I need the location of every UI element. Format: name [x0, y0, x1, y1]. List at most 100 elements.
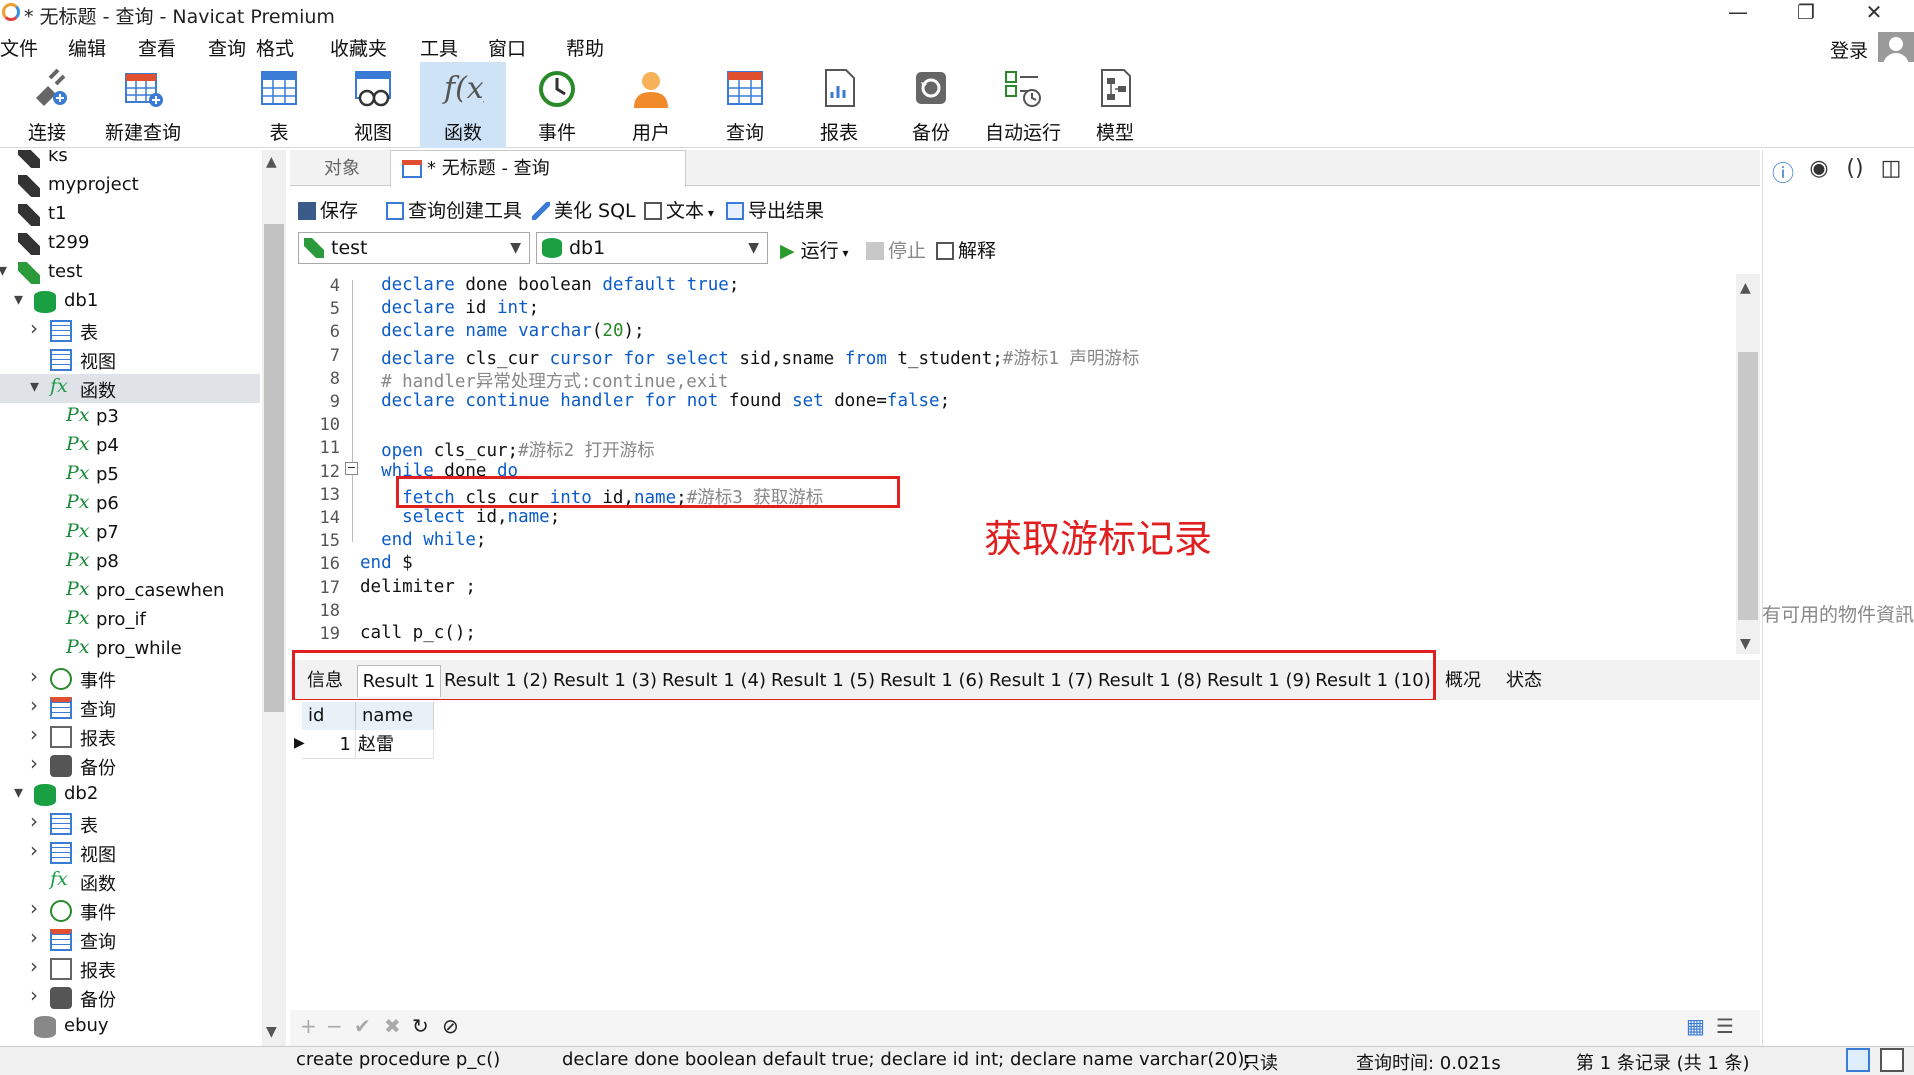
add-row-icon[interactable]: +: [300, 1014, 317, 1038]
cancel-load-icon[interactable]: ⊘: [442, 1014, 459, 1038]
cell-name[interactable]: 赵雷: [356, 731, 434, 759]
chevron-right-icon[interactable]: ›: [30, 664, 38, 688]
report-button[interactable]: 报表: [796, 62, 882, 148]
column-header-name[interactable]: name: [356, 702, 434, 730]
stop-button[interactable]: 停止: [866, 236, 926, 263]
grid-view-icon[interactable]: ▦: [1686, 1014, 1705, 1038]
code-brackets-icon[interactable]: (): [1842, 156, 1868, 182]
editor-scroll-up-icon[interactable]: ▲: [1740, 280, 1751, 296]
tree-item-23[interactable]: › 表: [0, 809, 260, 838]
code-line[interactable]: call p_c();: [360, 623, 476, 643]
column-header-id[interactable]: id: [302, 702, 356, 730]
tree-item-16[interactable]: Px pro_if: [0, 606, 260, 635]
chevron-right-icon[interactable]: ›: [30, 809, 38, 833]
chevron-right-icon[interactable]: ›: [30, 693, 38, 717]
database-select[interactable]: db1 ▼: [536, 232, 768, 264]
tree-item-30[interactable]: ebuy: [0, 1012, 260, 1041]
menu-format[interactable]: 格式: [256, 34, 294, 61]
code-line[interactable]: end while;: [360, 530, 486, 550]
tree-item-1[interactable]: myproject: [0, 171, 260, 200]
tree-item-12[interactable]: Px p6: [0, 490, 260, 519]
table-button[interactable]: 表: [236, 62, 322, 148]
panel-split-icon[interactable]: [1880, 1048, 1904, 1072]
code-line[interactable]: declare done boolean default true;: [360, 275, 739, 295]
tree-item-9[interactable]: Px p3: [0, 403, 260, 432]
preview-eye-icon[interactable]: ◉: [1806, 156, 1832, 182]
maximize-button[interactable]: ❐: [1778, 0, 1834, 26]
result-tab-11[interactable]: 概况: [1433, 665, 1493, 697]
tree-item-15[interactable]: Px pro_casewhen: [0, 577, 260, 606]
discard-icon[interactable]: ✖: [384, 1014, 401, 1038]
editor-scrollbar-thumb[interactable]: [1738, 352, 1758, 620]
tree-item-25[interactable]: fx 函数: [0, 867, 260, 896]
connect-button[interactable]: 连接: [4, 62, 90, 148]
chevron-right-icon[interactable]: ›: [30, 954, 38, 978]
code-line[interactable]: declare continue handler for not found s…: [360, 391, 950, 411]
tree-item-0[interactable]: ks: [0, 150, 260, 171]
menu-favorites[interactable]: 收藏夹: [330, 34, 387, 61]
chevron-right-icon[interactable]: ›: [30, 316, 38, 340]
tree-item-10[interactable]: Px p4: [0, 432, 260, 461]
tree-scrollbar-thumb[interactable]: [264, 224, 284, 712]
form-view-icon[interactable]: ☰: [1716, 1014, 1734, 1038]
tree-item-14[interactable]: Px p8: [0, 548, 260, 577]
tree-item-13[interactable]: Px p7: [0, 519, 260, 548]
tab-objects[interactable]: 对象: [300, 152, 384, 186]
code-line[interactable]: declare id int;: [360, 298, 539, 318]
chevron-down-icon[interactable]: ▾: [30, 376, 39, 397]
text-button[interactable]: 文本 ▾: [644, 196, 714, 223]
delete-row-icon[interactable]: −: [326, 1014, 343, 1038]
tree-item-5[interactable]: ▾ db1: [0, 287, 260, 316]
code-line[interactable]: # handler异常处理方式:continue,exit: [360, 368, 728, 393]
query-builder-button[interactable]: 查询创建工具: [386, 196, 522, 223]
login-link[interactable]: 登录: [1830, 36, 1868, 63]
menu-edit[interactable]: 编辑: [68, 34, 106, 61]
schedule-button[interactable]: 自动运行: [980, 62, 1066, 148]
tab-query[interactable]: * 无标题 - 查询: [390, 150, 686, 187]
result-tab-12[interactable]: 状态: [1494, 665, 1554, 697]
code-line[interactable]: open cls_cur;#游标2 打开游标: [360, 437, 655, 462]
tree-scroll-down-icon[interactable]: ▼: [266, 1024, 277, 1040]
chevron-right-icon[interactable]: ›: [30, 838, 38, 862]
close-button[interactable]: ✕: [1846, 0, 1902, 26]
editor-scroll-down-icon[interactable]: ▼: [1740, 636, 1751, 652]
backup-button[interactable]: 备份: [888, 62, 974, 148]
tree-item-19[interactable]: › 查询: [0, 693, 260, 722]
tree-item-4[interactable]: ▾ test: [0, 258, 260, 287]
code-line[interactable]: declare cls_cur cursor for select sid,sn…: [360, 345, 1139, 370]
menu-window[interactable]: 窗口: [488, 34, 526, 61]
menu-view[interactable]: 查看: [138, 34, 176, 61]
tree-item-24[interactable]: › 视图: [0, 838, 260, 867]
tree-item-20[interactable]: › 报表: [0, 722, 260, 751]
minimize-button[interactable]: —: [1710, 0, 1766, 26]
chevron-right-icon[interactable]: ›: [30, 722, 38, 746]
view-button[interactable]: 视图: [330, 62, 416, 148]
run-button[interactable]: ▶ 运行 ▾: [780, 236, 849, 263]
chevron-right-icon[interactable]: ›: [30, 751, 38, 775]
chevron-right-icon[interactable]: ›: [30, 983, 38, 1007]
tree-scroll-up-icon[interactable]: ▲: [266, 154, 277, 170]
info-icon[interactable]: ⓘ: [1770, 156, 1796, 187]
explain-button[interactable]: 解释: [936, 236, 996, 263]
save-button[interactable]: 保存: [298, 196, 358, 223]
new-query-button[interactable]: 新建查询: [100, 62, 186, 148]
tree-item-17[interactable]: Px pro_while: [0, 635, 260, 664]
tree-item-6[interactable]: › 表: [0, 316, 260, 345]
layout-icon[interactable]: ◫: [1878, 156, 1904, 182]
tree-item-29[interactable]: › 备份: [0, 983, 260, 1012]
model-button[interactable]: 模型: [1072, 62, 1158, 148]
tree-item-26[interactable]: › 事件: [0, 896, 260, 925]
chevron-down-icon[interactable]: ▾: [14, 289, 23, 310]
panel-toggle-icon[interactable]: [1846, 1048, 1870, 1072]
tree-item-3[interactable]: t299: [0, 229, 260, 258]
tree-item-8[interactable]: ▾ fx 函数: [0, 374, 260, 403]
chevron-right-icon[interactable]: ›: [30, 896, 38, 920]
code-line[interactable]: declare name varchar(20);: [360, 321, 644, 341]
menu-tools[interactable]: 工具: [420, 34, 458, 61]
cell-id[interactable]: 1: [302, 731, 356, 759]
function-button[interactable]: f(x) 函数: [420, 62, 506, 148]
menu-file[interactable]: 文件: [0, 34, 38, 61]
code-line[interactable]: select id,name;: [360, 507, 560, 527]
tree-item-22[interactable]: ▾ db2: [0, 780, 260, 809]
menu-help[interactable]: 帮助: [566, 34, 604, 61]
